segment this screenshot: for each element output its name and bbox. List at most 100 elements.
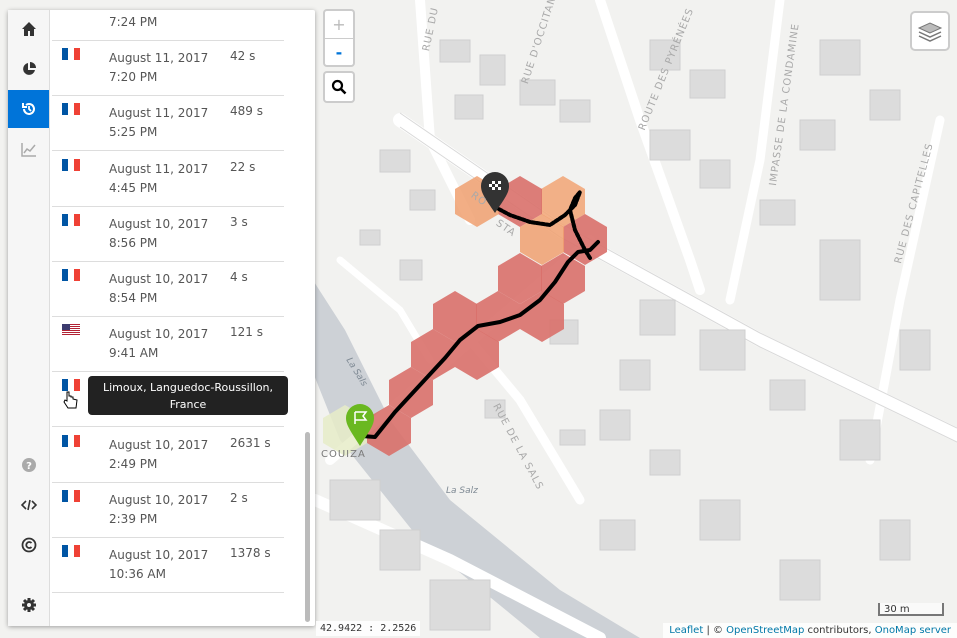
session-date: August 11, 2017 [109,106,209,121]
session-duration: 121 s [230,325,263,340]
help-icon: ? [21,458,36,472]
session-duration: 4 s [230,270,248,284]
tab-copyright[interactable] [8,526,49,564]
session-duration: 489 s [230,104,263,119]
leaflet-link[interactable]: Leaflet [669,625,703,636]
session-time: 7:20 PM [109,70,158,85]
river-label: La Salz [446,486,478,496]
session-datetime: August 10, 2017 8:56 PM [109,215,208,253]
tab-history[interactable] [8,90,49,128]
code-icon [20,499,37,511]
history-icon [21,103,35,115]
us-flag-icon [62,324,80,337]
session-list: August 11, 20177:24 PM44 sAugust 11, 201… [52,10,302,626]
layers-button[interactable] [910,11,950,51]
fr-flag-icon [62,158,80,171]
fr-flag-icon [62,434,80,447]
session-date: August 10, 2017 [109,492,209,507]
session-row[interactable]: August 10, 2017 8:56 PM 3 s [52,206,284,262]
session-datetime: August 11, 2017 7:20 PM [109,49,208,87]
copyright-icon [21,537,36,553]
session-datetime: August 11, 2017 5:25 PM [109,104,208,142]
session-duration: 22 s [230,159,256,174]
session-date: August 11, 2017 [109,51,209,66]
tab-settings[interactable] [8,586,49,624]
session-time: 7:24 PM [109,15,158,29]
session-row[interactable]: August 11, 2017 7:20 PM 42 s [52,40,284,97]
session-time: 8:56 PM [109,235,158,250]
session-datetime: August 10, 2017 10:36 AM [109,546,208,584]
onomap-link[interactable]: OnoMap server [875,625,951,636]
session-date: August 10, 2017 [109,548,209,562]
svg-text:?: ? [26,461,32,472]
tooltip-line: France [169,398,207,411]
tab-stats[interactable] [8,50,49,88]
session-datetime: August 10, 2017 2:49 PM [109,436,208,474]
session-time: 5:25 PM [109,125,158,140]
fr-flag-icon [62,213,80,226]
session-row[interactable]: August 10, 2017 10:36 AM 1378 s [52,537,284,593]
sidebar-scrollbar[interactable] [305,432,310,622]
gear-icon [21,598,36,612]
osm-link[interactable]: OpenStreetMap [726,625,804,636]
session-row[interactable]: August 11, 20177:24 PM44 s [52,10,284,41]
session-time: 2:39 PM [109,511,158,526]
session-date: August 10, 2017 [109,272,209,286]
location-tooltip: Limoux, Languedoc-Roussillon, France [88,376,288,415]
zoom-control: + - [323,9,355,67]
fr-flag-icon [62,269,80,281]
fr-flag-icon [62,103,80,116]
session-duration: 2631 s [230,435,271,450]
session-datetime: August 10, 2017 9:41 AM [109,325,208,363]
layers-icon [917,22,943,42]
session-date: August 10, 2017 [109,216,209,231]
town-label: COUIZA [321,449,366,460]
fr-flag-icon [62,379,80,392]
session-row[interactable]: August 10, 2017 2:49 PM 2631 s [52,427,284,483]
session-date: August 10, 2017 [109,437,209,452]
fr-flag-icon [62,545,80,557]
coordinates-readout: 42.9422 : 2.2526 [316,621,421,636]
session-datetime: August 11, 20177:24 PM [109,10,208,32]
zoom-out-button[interactable]: - [325,39,353,66]
session-row[interactable]: August 10, 2017 8:54 PM 4 s [52,261,284,317]
search-icon [331,79,347,95]
session-time: 10:36 AM [109,567,166,581]
session-row[interactable]: August 11, 2017 5:25 PM 489 s [52,95,284,152]
home-icon [21,22,36,36]
session-date: August 11, 2017 [109,161,209,176]
attribution-text: contributors, [804,625,875,636]
scale-bar: 30 m [878,603,944,616]
sidebar-tabs: ? [8,10,50,626]
session-duration: 3 s [230,214,248,229]
session-time: 9:41 AM [109,346,159,361]
session-time: 8:54 PM [109,291,158,305]
session-row[interactable]: August 10, 2017 9:41 AM 121 s [52,316,284,373]
tab-home[interactable] [8,10,49,48]
tab-graph[interactable] [8,130,49,168]
session-duration: 42 s [230,49,256,64]
search-button[interactable] [323,71,355,103]
session-duration: 2 s [230,490,248,505]
session-duration: 1378 s [230,546,271,560]
tab-help[interactable]: ? [8,446,49,484]
session-row[interactable]: August 11, 2017 4:45 PM 22 s [52,151,284,207]
line-chart-icon [20,143,36,157]
session-datetime: August 11, 2017 4:45 PM [109,160,208,198]
session-time: 2:49 PM [109,456,158,471]
session-datetime: August 10, 2017 8:54 PM [109,270,208,308]
attribution: Leaflet | © OpenStreetMap contributors, … [663,623,957,638]
pie-chart-icon [22,62,36,75]
session-date: August 10, 2017 [109,327,209,342]
sidebar: ? August 11, 20177:24 PM44 sAugust 11, 2… [8,10,315,626]
session-time: 4:45 PM [109,180,158,195]
attribution-text: | © [703,625,727,636]
session-datetime: August 10, 2017 2:39 PM [109,491,208,529]
tab-embed[interactable] [8,486,49,524]
fr-flag-icon [62,48,80,61]
session-row[interactable]: August 10, 2017 2:39 PM 2 s [52,482,284,538]
hand-cursor-icon [63,391,78,409]
zoom-in-button[interactable]: + [325,11,353,39]
tooltip-line: Limoux, Languedoc-Roussillon, [102,381,274,394]
fr-flag-icon [62,489,80,502]
